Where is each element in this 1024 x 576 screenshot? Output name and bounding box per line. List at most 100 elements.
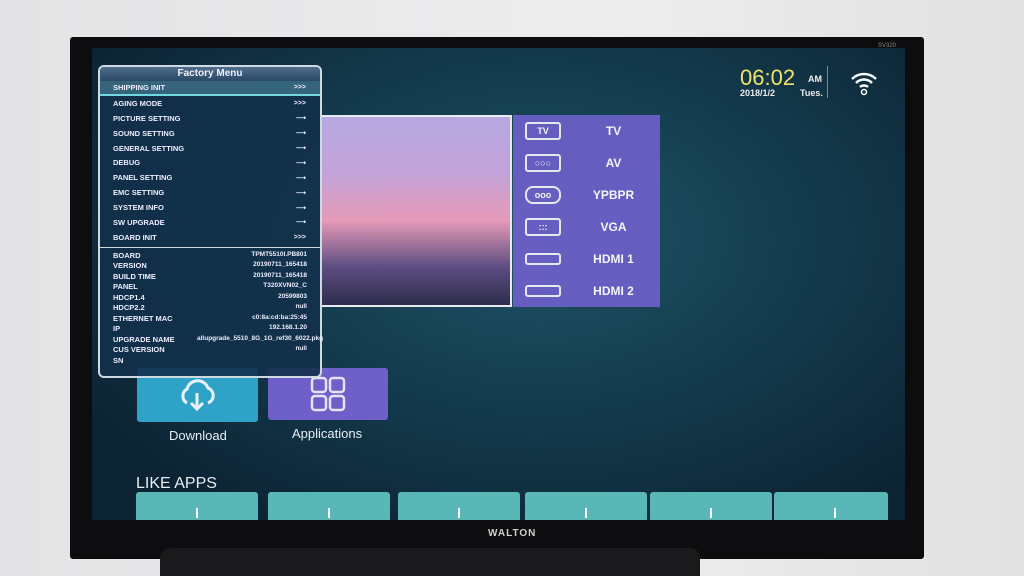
day: Tues. bbox=[800, 88, 823, 98]
info-key: ETHERNET MAC bbox=[113, 313, 173, 323]
info-key: HDCP2.2 bbox=[113, 303, 145, 313]
factory-menu-item[interactable]: BOARD INIT >>> bbox=[100, 230, 320, 245]
app-tile[interactable] bbox=[650, 492, 772, 520]
arrow-icon: ⟶ bbox=[295, 130, 306, 138]
arrow-icon: >>> bbox=[293, 233, 306, 241]
app-tile[interactable] bbox=[398, 492, 520, 520]
vga-icon: ::: bbox=[525, 218, 561, 236]
menu-item-label: EMC SETTING bbox=[113, 188, 165, 198]
menu-item-label: PICTURE SETTING bbox=[113, 113, 181, 123]
menu-item-label: SW UPGRADE bbox=[113, 217, 165, 227]
source-tv[interactable]: TV TV bbox=[513, 115, 660, 147]
arrow-icon: ⟶ bbox=[295, 189, 306, 197]
menu-item-label: DEBUG bbox=[113, 158, 141, 168]
tv-stand bbox=[160, 548, 700, 576]
info-value: c0:8a:cd:ba:25:45 bbox=[252, 313, 307, 321]
info-value: 20599803 bbox=[278, 292, 307, 300]
info-row: IP 192.168.1.20 bbox=[100, 324, 320, 335]
apps-grid-icon bbox=[310, 376, 346, 412]
factory-menu-item[interactable]: PICTURE SETTING ⟶ bbox=[100, 111, 320, 126]
ypbpr-icon: ooo bbox=[525, 186, 561, 204]
source-label: YPBPR bbox=[592, 188, 635, 202]
source-list: TV TV ○○○ AV ooo YPBPR ::: VGA HDMI 1 HDMI 2 bbox=[513, 115, 660, 307]
source-label: HDMI 2 bbox=[593, 284, 634, 298]
info-row: PANEL T320XVN02_C bbox=[100, 282, 320, 293]
applications-label: Applications bbox=[292, 426, 363, 441]
info-row: CUS VERSION null bbox=[100, 345, 320, 356]
source-label: TV bbox=[605, 124, 622, 138]
app-tile[interactable] bbox=[525, 492, 647, 520]
factory-menu-title: Factory Menu bbox=[100, 67, 320, 81]
info-value: 20190711_165418 bbox=[253, 261, 307, 269]
divider bbox=[827, 66, 828, 98]
factory-menu-item[interactable]: DEBUG ⟶ bbox=[100, 155, 320, 170]
arrow-icon: ⟶ bbox=[295, 115, 306, 123]
info-key: VERSION bbox=[113, 261, 147, 271]
arrow-icon: >>> bbox=[293, 99, 306, 107]
menu-item-label: AGING MODE bbox=[113, 98, 163, 108]
info-row: HDCP1.4 20599803 bbox=[100, 293, 320, 304]
arrow-icon: ⟶ bbox=[295, 219, 306, 227]
info-value: T320XVN02_C bbox=[263, 282, 307, 290]
arrow-icon: >>> bbox=[293, 83, 306, 91]
source-label: VGA bbox=[600, 220, 627, 234]
info-row: ETHERNET MAC c0:8a:cd:ba:25:45 bbox=[100, 314, 320, 325]
info-row: HDCP2.2 null bbox=[100, 303, 320, 314]
info-key: BUILD TIME bbox=[113, 271, 156, 281]
source-hdmi2[interactable]: HDMI 2 bbox=[513, 275, 660, 307]
menu-item-label: GENERAL SETTING bbox=[113, 143, 185, 153]
tv-icon: TV bbox=[525, 122, 561, 140]
factory-menu-item[interactable]: SYSTEM INFO ⟶ bbox=[100, 200, 320, 215]
clock-ampm: AM bbox=[808, 74, 822, 84]
info-row: BUILD TIME 20190711_165418 bbox=[100, 272, 320, 283]
menu-item-label: SYSTEM INFO bbox=[113, 203, 164, 213]
info-value: null bbox=[295, 345, 307, 353]
info-row: BOARD TPMT5510I.PB801 bbox=[100, 251, 320, 262]
factory-menu: Factory Menu SHIPPING INIT >>> AGING MODE >… bbox=[98, 65, 324, 378]
info-row: UPGRADE NAME allupgrade_5510_8G_1G_ref30_… bbox=[100, 334, 324, 346]
arrow-icon: ⟶ bbox=[295, 204, 306, 212]
info-key: IP bbox=[113, 324, 121, 334]
info-row: SN bbox=[100, 356, 320, 367]
factory-menu-item[interactable]: AGING MODE >>> bbox=[100, 96, 320, 111]
arrow-icon: ⟶ bbox=[295, 174, 306, 182]
factory-menu-item[interactable]: SHIPPING INIT >>> bbox=[100, 81, 320, 96]
info-row: VERSION 20190711_165418 bbox=[100, 261, 320, 272]
date: 2018/1/2 bbox=[740, 88, 776, 98]
info-value: allupgrade_5510_8G_1G_ref30_6022.pkg bbox=[197, 334, 324, 342]
app-tile[interactable] bbox=[136, 492, 258, 520]
wifi-icon bbox=[851, 72, 877, 96]
source-hdmi1[interactable]: HDMI 1 bbox=[513, 243, 660, 275]
hdmi-icon bbox=[525, 285, 561, 297]
cloud-download-icon bbox=[181, 379, 215, 412]
info-value: 192.168.1.20 bbox=[269, 324, 307, 332]
tv-preview[interactable] bbox=[320, 115, 512, 307]
factory-menu-item[interactable]: PANEL SETTING ⟶ bbox=[100, 170, 320, 185]
info-key: UPGRADE NAME bbox=[113, 334, 175, 344]
menu-item-label: SHIPPING INIT bbox=[113, 82, 166, 92]
factory-menu-item[interactable]: GENERAL SETTING ⟶ bbox=[100, 141, 320, 156]
info-key: CUS VERSION bbox=[113, 345, 165, 355]
factory-menu-item[interactable]: SOUND SETTING ⟶ bbox=[100, 126, 320, 141]
info-key: PANEL bbox=[113, 282, 138, 292]
menu-item-label: PANEL SETTING bbox=[113, 173, 173, 183]
arrow-icon: ⟶ bbox=[295, 159, 306, 167]
hdmi-icon bbox=[525, 253, 561, 265]
av-icon: ○○○ bbox=[525, 154, 561, 172]
menu-item-label: SOUND SETTING bbox=[113, 128, 175, 138]
source-label: AV bbox=[605, 156, 622, 170]
menu-item-label: BOARD INIT bbox=[113, 232, 157, 242]
source-vga[interactable]: ::: VGA bbox=[513, 211, 660, 243]
app-tile[interactable] bbox=[774, 492, 888, 520]
factory-menu-item[interactable]: SW UPGRADE ⟶ bbox=[100, 215, 320, 230]
source-av[interactable]: ○○○ AV bbox=[513, 147, 660, 179]
system-info-panel: BOARD TPMT5510I.PB801 VERSION 20190711_1654… bbox=[100, 246, 324, 367]
info-value: null bbox=[295, 303, 307, 311]
info-key: SN bbox=[113, 355, 124, 365]
info-key: HDCP1.4 bbox=[113, 292, 145, 302]
source-ypbpr[interactable]: ooo YPBPR bbox=[513, 179, 660, 211]
app-tile[interactable] bbox=[268, 492, 390, 520]
info-value: TPMT5510I.PB801 bbox=[251, 250, 307, 258]
info-value: 20190711_165418 bbox=[253, 271, 307, 279]
factory-menu-item[interactable]: EMC SETTING ⟶ bbox=[100, 185, 320, 200]
